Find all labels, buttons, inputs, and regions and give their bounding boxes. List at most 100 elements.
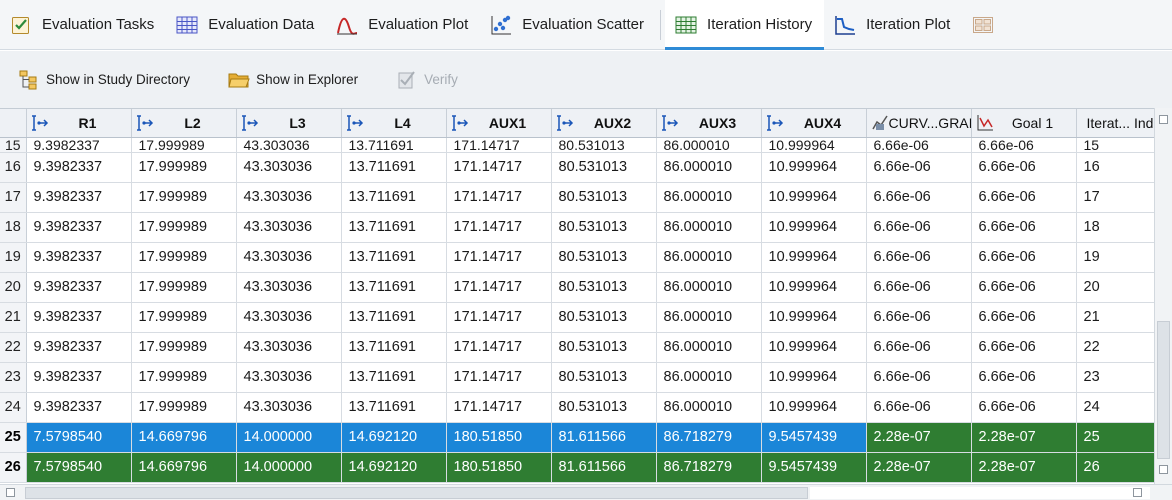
table-cell[interactable]: 171.14717 (446, 242, 552, 273)
table-cell[interactable]: 6.66e-06 (866, 242, 972, 273)
table-cell[interactable]: 20 (1076, 272, 1154, 303)
table-cell[interactable]: 43.303036 (236, 272, 342, 303)
scroll-right-button[interactable] (1133, 488, 1142, 497)
table-cell[interactable]: 80.531013 (551, 152, 657, 183)
table-row[interactable]: 22 9.3982337 17.999989 43.303036 13.7116… (0, 332, 1154, 363)
table-cell[interactable]: 43.303036 (236, 137, 342, 153)
horizontal-scroll-thumb[interactable] (25, 487, 808, 499)
table-cell[interactable]: 14.669796 (131, 452, 237, 483)
table-cell[interactable]: 18 (1076, 212, 1154, 243)
table-cell[interactable]: 6.66e-06 (971, 242, 1077, 273)
column-header[interactable]: Goal 1 (971, 109, 1077, 138)
scroll-up-button[interactable] (1159, 115, 1168, 124)
table-cell[interactable]: 13.711691 (341, 152, 447, 183)
table-cell[interactable]: 13.711691 (341, 137, 447, 153)
table-cell[interactable]: 16 (1076, 152, 1154, 183)
table-cell[interactable]: 13.711691 (341, 272, 447, 303)
table-cell[interactable]: 86.718279 (656, 422, 762, 453)
table-cell[interactable]: 10.999964 (761, 152, 867, 183)
table-cell[interactable]: 180.51850 (446, 422, 552, 453)
table-cell[interactable]: 13.711691 (341, 212, 447, 243)
highlighted-row[interactable]: 26 7.5798540 14.669796 14.000000 14.6921… (0, 452, 1154, 483)
table-row[interactable]: 20 9.3982337 17.999989 43.303036 13.7116… (0, 272, 1154, 303)
table-cell[interactable]: 171.14717 (446, 332, 552, 363)
table-cell[interactable]: 15 (1076, 137, 1154, 153)
table-cell[interactable]: 9.3982337 (26, 302, 132, 333)
table-cell[interactable]: 6.66e-06 (971, 332, 1077, 363)
table-cell[interactable]: 6.66e-06 (971, 272, 1077, 303)
verify-button[interactable]: Verify (396, 70, 458, 90)
vertical-scrollbar[interactable] (1154, 108, 1172, 484)
show-in-explorer-button[interactable]: Show in Explorer (228, 70, 358, 90)
table-cell[interactable]: 86.000010 (656, 272, 762, 303)
table-cell[interactable]: 2.28e-07 (971, 452, 1077, 483)
table-row[interactable]: 18 9.3982337 17.999989 43.303036 13.7116… (0, 212, 1154, 243)
table-cell[interactable]: 6.66e-06 (866, 362, 972, 393)
table-cell[interactable]: 23 (1076, 362, 1154, 393)
table-cell[interactable]: 17.999989 (131, 242, 237, 273)
scroll-down-button[interactable] (1159, 465, 1168, 474)
table-cell[interactable]: 9.5457439 (761, 422, 867, 453)
table-cell[interactable]: 22 (1076, 332, 1154, 363)
table-cell[interactable]: 80.531013 (551, 392, 657, 423)
table-cell[interactable]: 10.999964 (761, 182, 867, 213)
table-cell[interactable]: 80.531013 (551, 302, 657, 333)
table-cell[interactable]: 86.000010 (656, 392, 762, 423)
table-cell[interactable]: 171.14717 (446, 362, 552, 393)
vertical-scroll-thumb[interactable] (1157, 321, 1170, 459)
column-header[interactable]: AUX4 (761, 109, 867, 138)
table-cell[interactable]: 10.999964 (761, 212, 867, 243)
table-cell[interactable]: 9.3982337 (26, 332, 132, 363)
table-cell[interactable]: 81.611566 (551, 422, 657, 453)
column-header[interactable]: CURV...GRAI (866, 109, 972, 138)
table-cell[interactable]: 6.66e-06 (866, 182, 972, 213)
table-cell[interactable]: 14.000000 (236, 422, 342, 453)
table-cell[interactable]: 80.531013 (551, 242, 657, 273)
column-header[interactable]: Iterat... Ind (1076, 109, 1154, 138)
table-cell[interactable]: 9.3982337 (26, 182, 132, 213)
table-cell[interactable]: 26 (1076, 452, 1154, 483)
table-cell[interactable]: 171.14717 (446, 152, 552, 183)
table-cell[interactable]: 80.531013 (551, 272, 657, 303)
tab-evaluation-scatter[interactable]: Evaluation Scatter (480, 0, 656, 50)
scroll-left-button[interactable] (6, 488, 15, 497)
column-header[interactable]: L4 (341, 109, 447, 138)
table-cell[interactable]: 9.5457439 (761, 452, 867, 483)
show-in-study-directory-button[interactable]: Show in Study Directory (18, 70, 190, 90)
table-cell[interactable]: 10.999964 (761, 242, 867, 273)
table-cell[interactable]: 17.999989 (131, 137, 237, 153)
column-header[interactable]: AUX1 (446, 109, 552, 138)
tab-iteration-history[interactable]: Iteration History (665, 0, 825, 50)
table-cell[interactable]: 6.66e-06 (971, 212, 1077, 243)
table-cell[interactable]: 43.303036 (236, 242, 342, 273)
table-cell[interactable]: 6.66e-06 (866, 392, 972, 423)
table-cell[interactable]: 43.303036 (236, 212, 342, 243)
table-cell[interactable]: 9.3982337 (26, 242, 132, 273)
horizontal-scrollbar[interactable] (0, 484, 1172, 500)
table-cell[interactable]: 80.531013 (551, 362, 657, 393)
table-cell[interactable]: 6.66e-06 (866, 302, 972, 333)
table-row[interactable]: 23 9.3982337 17.999989 43.303036 13.7116… (0, 362, 1154, 393)
table-cell[interactable]: 171.14717 (446, 392, 552, 423)
table-cell[interactable]: 13.711691 (341, 182, 447, 213)
table-cell[interactable]: 10.999964 (761, 137, 867, 153)
table-cell[interactable]: 6.66e-06 (866, 212, 972, 243)
table-cell[interactable]: 6.66e-06 (971, 302, 1077, 333)
table-cell[interactable]: 14.692120 (341, 422, 447, 453)
table-cell[interactable]: 86.718279 (656, 452, 762, 483)
tab-evaluation-plot[interactable]: Evaluation Plot (326, 0, 480, 50)
table-cell[interactable]: 10.999964 (761, 272, 867, 303)
table-cell[interactable]: 17.999989 (131, 362, 237, 393)
table-cell[interactable]: 25 (1076, 422, 1154, 453)
table-cell[interactable]: 86.000010 (656, 137, 762, 153)
table-cell[interactable]: 17.999989 (131, 152, 237, 183)
table-cell[interactable]: 86.000010 (656, 212, 762, 243)
table-cell[interactable]: 13.711691 (341, 332, 447, 363)
table-cell[interactable]: 86.000010 (656, 242, 762, 273)
table-cell[interactable]: 43.303036 (236, 332, 342, 363)
table-row[interactable]: 17 9.3982337 17.999989 43.303036 13.7116… (0, 182, 1154, 213)
table-cell[interactable]: 9.3982337 (26, 362, 132, 393)
table-cell[interactable]: 10.999964 (761, 332, 867, 363)
table-cell[interactable]: 171.14717 (446, 302, 552, 333)
table-cell[interactable]: 2.28e-07 (866, 422, 972, 453)
